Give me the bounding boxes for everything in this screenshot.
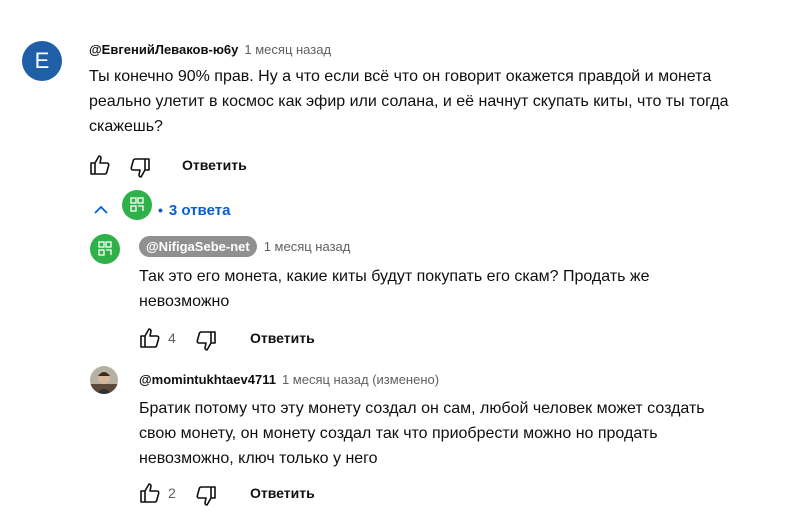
like-count: 4 <box>168 330 176 346</box>
dislike-button[interactable] <box>194 329 218 353</box>
dislike-button[interactable] <box>194 484 218 508</box>
reply-time[interactable]: 1 месяц назад <box>264 239 351 254</box>
comment-text-line: Ты конечно 90% прав. Ну а что если всё ч… <box>89 68 712 85</box>
reply-button[interactable]: Ответить <box>182 157 247 173</box>
comment-author[interactable]: @ЕвгенийЛеваков-ю6у <box>89 42 238 57</box>
thumb-down-icon <box>196 331 216 351</box>
user-photo-icon <box>90 366 118 394</box>
like-button[interactable] <box>88 153 112 177</box>
replies-toggle[interactable]: • 3 ответа <box>92 190 231 220</box>
reply-time[interactable]: 1 месяц назад (изменено) <box>282 372 439 387</box>
reply-header: @momintukhtaev4711 1 месяц назад (измене… <box>139 372 439 387</box>
separator-dot: • <box>158 202 163 218</box>
reply-text-line: свою монету, он монету создал так что пр… <box>139 425 658 442</box>
reply-button[interactable]: Ответить <box>250 485 315 501</box>
reply-button[interactable]: Ответить <box>250 330 315 346</box>
reply-text-line: Братик потому что эту монету создал он с… <box>139 400 705 417</box>
comment-text-line: реально улетит в космос как эфир или сол… <box>89 93 729 110</box>
reply-text-line: Так это его монета, какие киты будут пок… <box>139 268 650 285</box>
reply-avatar[interactable] <box>90 234 120 264</box>
like-button[interactable] <box>138 326 162 350</box>
author-chip[interactable]: @NifigaSebe-net <box>139 236 257 257</box>
thumb-up-icon <box>140 328 160 348</box>
comment-header: @ЕвгенийЛеваков-ю6у 1 месяц назад <box>89 42 331 57</box>
comment-time[interactable]: 1 месяц назад <box>244 42 331 57</box>
reply-header: @NifigaSebe-net 1 месяц назад <box>139 236 350 257</box>
comment-text-line: скажешь? <box>89 118 163 135</box>
dislike-button[interactable] <box>128 156 152 180</box>
creator-avatar <box>122 190 152 220</box>
thumb-down-icon <box>196 486 216 506</box>
like-count: 2 <box>168 485 176 501</box>
avatar[interactable]: E <box>22 41 62 81</box>
reply-text-line: невозможно <box>139 293 230 310</box>
reply-author[interactable]: @momintukhtaev4711 <box>139 372 276 387</box>
avatar-letter: E <box>34 48 50 73</box>
reply-text-line: невозможно, ключ только у него <box>139 450 378 467</box>
creator-logo-icon <box>130 197 144 212</box>
thumb-up-icon <box>90 155 110 175</box>
creator-logo-icon <box>98 241 112 256</box>
thumb-down-icon <box>130 158 150 178</box>
thumb-up-icon <box>140 483 160 503</box>
chevron-up-icon <box>94 205 108 214</box>
reply-text: Так это его монета, какие киты будут пок… <box>139 264 789 314</box>
reply-avatar[interactable] <box>90 366 118 394</box>
comment-text: Ты конечно 90% прав. Ну а что если всё ч… <box>89 64 799 139</box>
replies-count-link[interactable]: 3 ответа <box>169 202 231 219</box>
like-button[interactable] <box>138 481 162 505</box>
reply-text: Братик потому что эту монету создал он с… <box>139 396 799 471</box>
